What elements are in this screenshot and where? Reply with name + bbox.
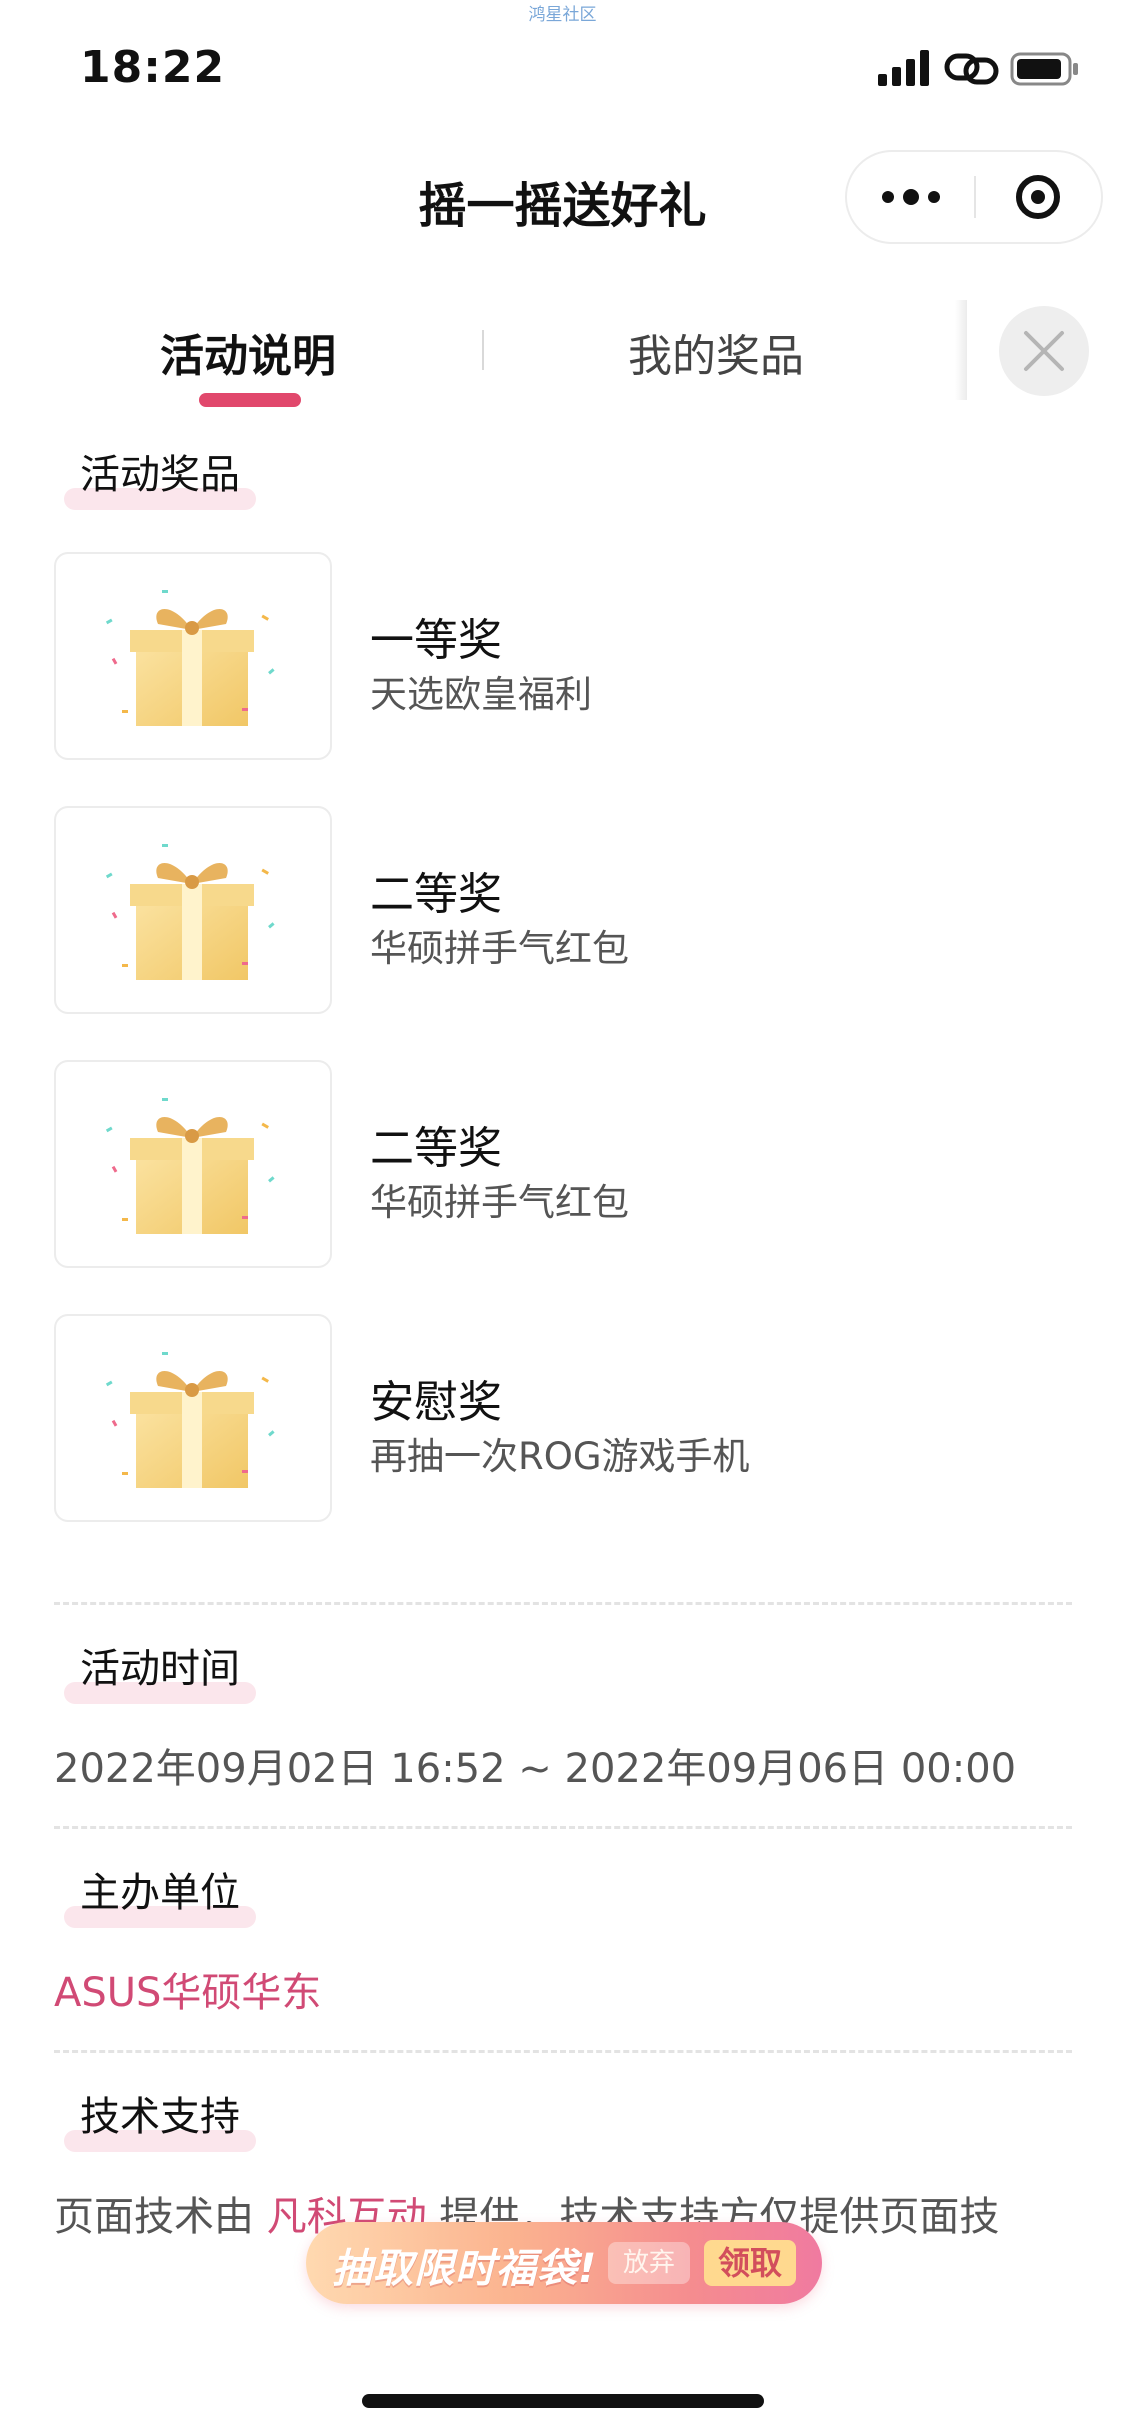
link-icon <box>944 53 999 85</box>
battery-icon <box>1010 52 1078 86</box>
prize-thumbnail <box>54 552 332 760</box>
section-divider <box>54 2050 1072 2053</box>
prize-thumbnail <box>54 1314 332 1522</box>
prize-description: 华硕拼手气红包 <box>370 1181 629 1224</box>
tech-text-before: 页面技术由 <box>54 2194 267 2240</box>
miniapp-capsule <box>845 150 1103 244</box>
lucky-bag-banner[interactable]: 抽取限时福袋! 放弃 领取 <box>306 2222 822 2304</box>
exit-miniapp-button[interactable] <box>975 152 1101 242</box>
prize-title: 一等奖 <box>370 615 502 666</box>
gift-box-icon <box>105 1098 275 1234</box>
prize-description: 再抽一次ROG游戏手机 <box>370 1435 750 1478</box>
section-heading-time: 活动时间 <box>64 1636 256 1704</box>
gift-box-icon <box>105 844 275 980</box>
dot-icon <box>903 189 919 205</box>
prize-title: 安慰奖 <box>370 1377 502 1428</box>
cellular-signal-icon <box>878 50 929 86</box>
prize-thumbnail <box>54 1060 332 1268</box>
section-heading-prizes: 活动奖品 <box>64 442 256 510</box>
prize-description: 天选欧皇福利 <box>370 673 592 716</box>
section-divider <box>54 1602 1072 1605</box>
more-options-button[interactable] <box>847 152 975 242</box>
home-indicator <box>362 2394 764 2408</box>
activity-time-range: 2022年09月02日 16:52 ~ 2022年09月06日 00:00 <box>54 1746 1017 1792</box>
tab-activity-description[interactable]: 活动说明 <box>160 320 336 384</box>
dot-icon <box>882 191 894 203</box>
claim-button[interactable]: 领取 <box>704 2240 796 2286</box>
section-divider <box>54 1826 1072 1829</box>
section-heading-tech-support: 技术支持 <box>64 2084 256 2152</box>
giveup-button[interactable]: 放弃 <box>608 2242 690 2284</box>
prize-title: 二等奖 <box>370 1123 502 1174</box>
tab-divider <box>482 330 484 370</box>
status-time: 18:22 <box>80 42 226 93</box>
banner-text: 抽取限时福袋! <box>332 2246 598 2292</box>
dot-icon <box>928 191 940 203</box>
prize-thumbnail <box>54 806 332 1014</box>
organizer-link[interactable]: ASUS华硕华东 <box>54 1960 321 2018</box>
prize-description: 华硕拼手气红包 <box>370 927 629 970</box>
gift-box-icon <box>105 590 275 726</box>
target-circle-icon <box>1016 175 1060 219</box>
top-watermark: 鸿星社区 <box>528 5 597 25</box>
close-icon <box>1024 331 1064 371</box>
prize-title: 二等奖 <box>370 869 502 920</box>
tab-edge-shadow <box>955 300 967 400</box>
close-button[interactable] <box>999 306 1089 396</box>
active-tab-indicator <box>199 393 301 407</box>
gift-box-icon <box>105 1352 275 1488</box>
section-heading-organizer: 主办单位 <box>64 1860 256 1928</box>
tab-my-prizes[interactable]: 我的奖品 <box>628 320 804 384</box>
